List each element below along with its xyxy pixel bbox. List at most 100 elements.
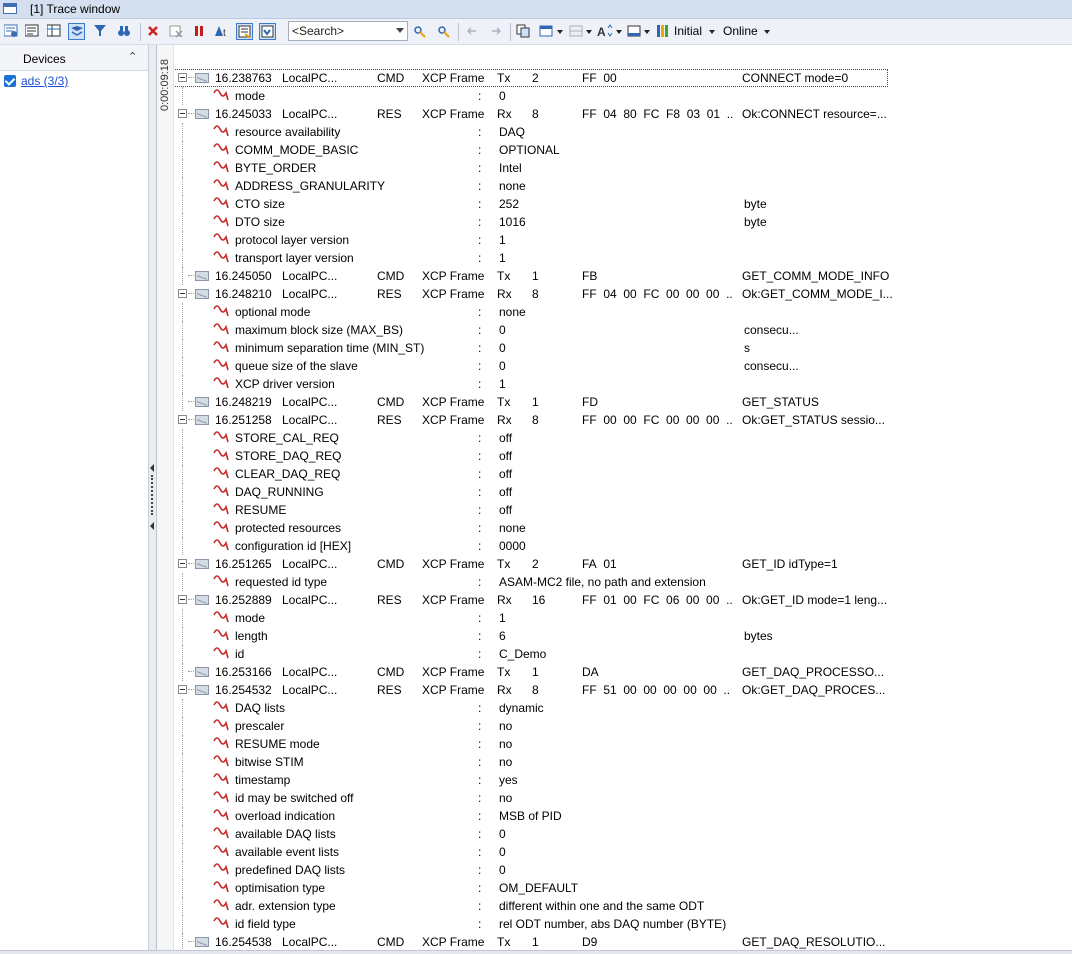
display-mode-dropdown-icon[interactable] [644, 30, 650, 34]
collapse-panel-icon[interactable]: ⌃ [128, 50, 137, 63]
time-delta-icon[interactable]: t [213, 23, 230, 40]
trace-signal-row[interactable]: STORE_CAL_REQ: off [174, 429, 1072, 447]
trace-signal-row[interactable]: COMM_MODE_BASIC: OPTIONAL [174, 141, 1072, 159]
horizontal-scrollbar[interactable] [0, 950, 1072, 954]
trace-frame-row[interactable]: 16.254538 LocalPC... CMD XCP Frame Tx 1 D9 GET_… [174, 933, 1072, 950]
trace-frame-row[interactable]: 16.254532 LocalPC... RES XCP Frame Rx 8 FF 51 … [174, 681, 1072, 699]
trace-frame-row[interactable]: 16.248210 LocalPC... RES XCP Frame Rx 8 FF 04 … [174, 285, 1072, 303]
panel-splitter[interactable] [149, 45, 157, 950]
find-binoculars-icon[interactable] [116, 23, 133, 40]
display-mode-icon[interactable] [626, 23, 643, 40]
collapse-toggle-icon[interactable] [178, 559, 187, 568]
trace-settings-icon[interactable] [3, 23, 20, 40]
splitter-grip[interactable] [151, 475, 155, 515]
collapse-toggle-icon[interactable] [178, 109, 187, 118]
frame-message-icon [195, 937, 209, 947]
device-checkbox[interactable] [4, 75, 16, 87]
tree-connector [188, 113, 194, 114]
detail-view-icon[interactable] [68, 23, 85, 40]
collapse-left-arrow-icon[interactable] [150, 522, 154, 530]
trace-signal-row[interactable]: BYTE_ORDER: Intel [174, 159, 1072, 177]
trace-signal-row[interactable]: timestamp: yes [174, 771, 1072, 789]
trace-signal-row[interactable]: predefined DAQ lists: 0 [174, 861, 1072, 879]
autoscroll-icon[interactable] [236, 23, 253, 40]
trace-signal-row[interactable]: bitwise STIM: no [174, 753, 1072, 771]
trace-signal-row[interactable]: id field type: rel ODT number, abs DAQ nu… [174, 915, 1072, 933]
collapse-toggle-icon[interactable] [178, 289, 187, 298]
trace-signal-row[interactable]: DTO size: 1016 byte [174, 213, 1072, 231]
collapse-left-arrow-icon[interactable] [150, 464, 154, 472]
trace-signal-row[interactable]: id: C_Demo [174, 645, 1072, 663]
trace-signal-row[interactable]: queue size of the slave: 0 consecu... [174, 357, 1072, 375]
device-link[interactable]: ads (3/3) [21, 74, 68, 88]
trace-signal-row[interactable]: protected resources: none [174, 519, 1072, 537]
trace-signal-row[interactable]: minimum separation time (MIN_ST): 0 s [174, 339, 1072, 357]
trace-signal-row[interactable]: length: 6 bytes [174, 627, 1072, 645]
trace-frame-row[interactable]: 16.238763 LocalPC... CMD XCP Frame Tx 2 FF 00 C… [174, 69, 1072, 87]
trace-signal-row[interactable]: id may be switched off: no [174, 789, 1072, 807]
trace-signal-row[interactable]: transport layer version: 1 [174, 249, 1072, 267]
trace-signal-row[interactable]: maximum block size (MAX_BS): 0 consecu... [174, 321, 1072, 339]
online-mode-dropdown-icon[interactable] [764, 30, 770, 34]
trace-signal-row[interactable]: ADDRESS_GRANULARITY: none [174, 177, 1072, 195]
trace-signal-row[interactable]: DAQ_RUNNING: off [174, 483, 1072, 501]
font-size-icon[interactable]: A [596, 23, 613, 40]
trace-frame-row[interactable]: 16.252889 LocalPC... RES XCP Frame Rx 16 FF 01… [174, 591, 1072, 609]
find-next-icon[interactable] [436, 23, 453, 40]
clear-icon[interactable] [145, 23, 162, 40]
trace-frame-row[interactable]: 16.253166 LocalPC... CMD XCP Frame Tx 1 DA GET_… [174, 663, 1072, 681]
trace-frame-row[interactable]: 16.251258 LocalPC... RES XCP Frame Rx 8 FF 00 … [174, 411, 1072, 429]
collapse-toggle-icon[interactable] [178, 685, 187, 694]
tree-connector [182, 339, 184, 357]
trace-signal-row[interactable]: optional mode: none [174, 303, 1072, 321]
back-arrow-icon[interactable] [464, 23, 481, 40]
trace-frame-row[interactable]: 16.251265 LocalPC... CMD XCP Frame Tx 2 FA 01 G… [174, 555, 1072, 573]
trace-signal-row[interactable]: STORE_DAQ_REQ: off [174, 447, 1072, 465]
column-layout-icon[interactable] [46, 23, 63, 40]
search-input[interactable]: <Search> [288, 21, 408, 41]
trace-list[interactable]: 16.238763 LocalPC... CMD XCP Frame Tx 2 FF 00 C… [174, 45, 1072, 950]
tree-connector [188, 419, 194, 420]
trace-signal-row[interactable]: RESUME: off [174, 501, 1072, 519]
find-previous-icon[interactable] [412, 23, 429, 40]
trace-signal-row[interactable]: DAQ lists: dynamic [174, 699, 1072, 717]
collapse-toggle-icon[interactable] [178, 595, 187, 604]
trace-signal-row[interactable]: configuration id [HEX]: 0000 [174, 537, 1072, 555]
trace-signal-row[interactable]: optimisation type: OM_DEFAULT [174, 879, 1072, 897]
font-size-dropdown-icon[interactable] [616, 30, 622, 34]
trace-signal-row[interactable]: XCP driver version: 1 [174, 375, 1072, 393]
window-layout-dropdown-icon[interactable] [557, 30, 563, 34]
online-mode-label[interactable]: Online [723, 24, 758, 38]
initial-mode-dropdown-icon[interactable] [709, 30, 715, 34]
filter-funnel-icon[interactable] [92, 23, 109, 40]
collapse-toggle-icon[interactable] [178, 415, 187, 424]
columns-dropdown-icon[interactable] [586, 30, 592, 34]
trace-frame-row[interactable]: 16.248219 LocalPC... CMD XCP Frame Tx 1 FD GET_… [174, 393, 1072, 411]
trace-signal-row[interactable]: adr. extension type: different within one… [174, 897, 1072, 915]
trace-signal-row[interactable]: overload indication: MSB of PID [174, 807, 1072, 825]
initial-mode-label[interactable]: Initial [674, 24, 702, 38]
columns-icon[interactable] [568, 23, 585, 40]
trace-signal-row[interactable]: CTO size: 252 byte [174, 195, 1072, 213]
forward-arrow-icon[interactable] [488, 23, 505, 40]
scroll-to-end-icon[interactable] [259, 23, 276, 40]
pause-icon[interactable] [191, 23, 208, 40]
trace-frame-row[interactable]: 16.245033 LocalPC... RES XCP Frame Rx 8 FF 04 … [174, 105, 1072, 123]
copy-icon[interactable] [515, 23, 532, 40]
trace-signal-row[interactable]: requested id type: ASAM-MC2 file, no path… [174, 573, 1072, 591]
search-dropdown-icon[interactable] [396, 28, 404, 33]
initial-mode-icon[interactable] [655, 23, 672, 40]
filter-list-icon[interactable] [24, 23, 41, 40]
clear-list-icon[interactable] [168, 23, 185, 40]
trace-signal-row[interactable]: resource availability: DAQ [174, 123, 1072, 141]
trace-frame-row[interactable]: 16.245050 LocalPC... CMD XCP Frame Tx 1 FB GET_… [174, 267, 1072, 285]
trace-signal-row[interactable]: available DAQ lists: 0 [174, 825, 1072, 843]
trace-signal-row[interactable]: prescaler: no [174, 717, 1072, 735]
window-layout-icon[interactable] [538, 23, 555, 40]
trace-signal-row[interactable]: mode: 1 [174, 609, 1072, 627]
trace-signal-row[interactable]: protocol layer version: 1 [174, 231, 1072, 249]
trace-signal-row[interactable]: CLEAR_DAQ_REQ: off [174, 465, 1072, 483]
trace-signal-row[interactable]: available event lists: 0 [174, 843, 1072, 861]
trace-signal-row[interactable]: mode: 0 [174, 87, 1072, 105]
trace-signal-row[interactable]: RESUME mode: no [174, 735, 1072, 753]
